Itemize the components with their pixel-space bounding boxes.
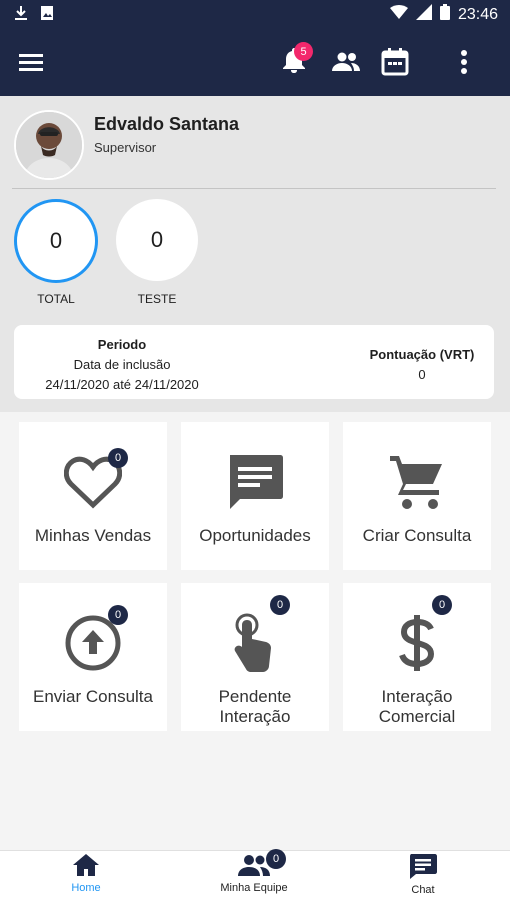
avatar[interactable] xyxy=(14,110,84,180)
period-card[interactable]: Periodo Data de inclusão 24/11/2020 até … xyxy=(14,325,494,399)
tile-label-line2: Interação xyxy=(219,707,291,726)
clock-time: 23:46 xyxy=(457,5,498,23)
user-name: Edvaldo Santana xyxy=(94,114,240,134)
total-count-value: 0 xyxy=(49,228,63,253)
tile-interacao-comercial[interactable]: 0 Interação Comercial xyxy=(343,583,491,731)
nav-chat[interactable]: Chat xyxy=(363,853,483,896)
cart-icon xyxy=(388,450,446,514)
download-icon xyxy=(14,5,28,26)
image-icon xyxy=(40,5,54,26)
tile-label: Interação Comercial xyxy=(379,687,456,727)
count-badge: 0 xyxy=(270,595,290,615)
tile-enviar-consulta[interactable]: 0 Enviar Consulta xyxy=(19,583,167,731)
score-value: 0 xyxy=(418,367,426,382)
tile-label: Pendente Interação xyxy=(219,687,292,727)
count-badge: 0 xyxy=(266,849,286,869)
dollar-icon xyxy=(397,611,437,675)
tile-criar-consulta[interactable]: Criar Consulta xyxy=(343,422,491,570)
team-icon[interactable] xyxy=(326,42,366,82)
teste-count-value: 0 xyxy=(150,227,164,252)
teste-counter[interactable]: 0 xyxy=(116,199,198,281)
tile-oportunidades[interactable]: Oportunidades xyxy=(181,422,329,570)
count-badge: 0 xyxy=(432,595,452,615)
tile-minhas-vendas[interactable]: 0 Minhas Vendas xyxy=(19,422,167,570)
tile-label-line1: Interação xyxy=(381,687,453,706)
nav-home[interactable]: Home xyxy=(26,853,146,894)
tile-label-line1: Pendente xyxy=(218,687,292,706)
nav-home-label: Home xyxy=(71,882,101,894)
tile-label: Oportunidades xyxy=(199,526,311,545)
user-role: Supervisor xyxy=(94,140,157,155)
notification-badge: 5 xyxy=(294,42,313,61)
wifi-icon xyxy=(389,4,408,25)
menu-icon[interactable] xyxy=(11,42,51,82)
tile-label-line2: Comercial xyxy=(378,707,456,726)
message-icon xyxy=(226,450,284,514)
total-counter[interactable]: 0 xyxy=(14,199,98,283)
nav-minha-equipe-label: Minha Equipe xyxy=(220,882,288,894)
notifications-button[interactable]: 5 xyxy=(274,42,314,82)
app-bar: 5 xyxy=(0,28,510,96)
battery-icon xyxy=(439,4,450,25)
nav-minha-equipe[interactable]: 0 Minha Equipe xyxy=(194,849,314,894)
count-badge: 0 xyxy=(108,605,128,625)
score-title: Pontuação (VRT) xyxy=(369,347,475,362)
bottom-navigation: Home 0 Minha Equipe Chat xyxy=(0,849,510,901)
touch-icon xyxy=(230,611,280,675)
period-subtitle: Data de inclusão xyxy=(73,357,171,372)
nav-chat-label: Chat xyxy=(411,884,435,896)
tile-label: Minhas Vendas xyxy=(34,526,152,545)
period-range: 24/11/2020 até 24/11/2020 xyxy=(45,377,199,392)
chat-icon xyxy=(409,854,437,882)
count-badge: 0 xyxy=(108,448,128,468)
tile-label: Criar Consulta xyxy=(362,526,472,545)
period-title: Periodo xyxy=(97,337,147,352)
signal-icon xyxy=(415,4,432,25)
status-bar: 23:46 xyxy=(0,0,510,28)
teste-label: TESTE xyxy=(137,292,177,306)
tile-label: Enviar Consulta xyxy=(32,687,153,706)
calendar-icon[interactable] xyxy=(375,42,415,82)
home-icon xyxy=(72,854,100,880)
team-icon: 0 xyxy=(238,849,286,880)
more-options-icon[interactable] xyxy=(444,42,484,82)
profile-header: Edvaldo Santana Supervisor xyxy=(12,108,496,189)
total-label: TOTAL xyxy=(37,292,75,306)
tile-pendente-interacao[interactable]: 0 Pendente Interação xyxy=(181,583,329,731)
